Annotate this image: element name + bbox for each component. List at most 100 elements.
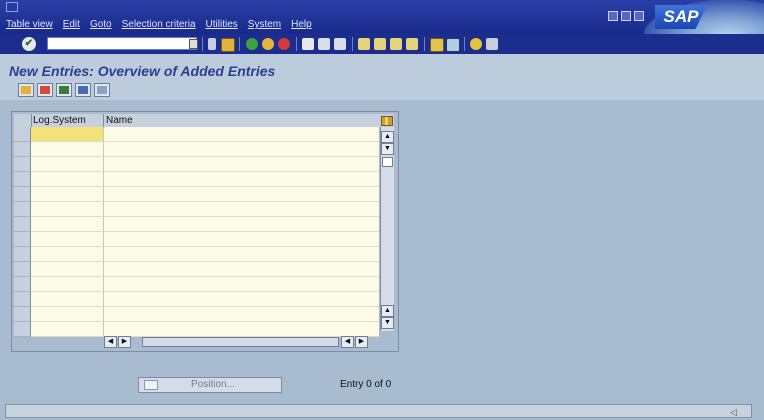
menu-help[interactable]: Help xyxy=(291,19,312,30)
toolbar-separator xyxy=(352,37,353,51)
back-arrow-icon[interactable] xyxy=(208,38,216,50)
name-cell[interactable] xyxy=(104,157,379,172)
checkmark-icon[interactable]: ✔ xyxy=(22,37,36,51)
print-icon[interactable] xyxy=(302,38,314,50)
scroll-right-icon[interactable]: ▶ xyxy=(118,336,131,348)
name-cell[interactable] xyxy=(104,172,379,187)
menu-system[interactable]: System xyxy=(248,19,281,30)
menu-selection-criteria[interactable]: Selection criteria xyxy=(122,19,196,30)
menu-edit[interactable]: Edit xyxy=(63,19,80,30)
row-selector[interactable] xyxy=(14,262,31,277)
maximize-icon[interactable] xyxy=(621,11,631,21)
shortcut-icon[interactable] xyxy=(446,38,460,52)
name-cell[interactable] xyxy=(104,322,379,337)
resize-grip-icon[interactable] xyxy=(752,404,762,418)
row-selector[interactable] xyxy=(14,142,31,157)
name-cell[interactable] xyxy=(104,127,379,142)
delete-icon xyxy=(59,86,69,94)
log-system-cell[interactable] xyxy=(31,172,104,187)
row-selector[interactable] xyxy=(14,172,31,187)
scroll-left-icon[interactable]: ◀ xyxy=(341,336,354,348)
name-cell[interactable] xyxy=(104,277,379,292)
row-selector[interactable] xyxy=(14,277,31,292)
layout-menu-icon[interactable] xyxy=(486,38,498,50)
scroll-left-icon[interactable]: ◀ xyxy=(104,336,117,348)
help-icon[interactable] xyxy=(470,38,482,50)
find-icon[interactable] xyxy=(318,38,330,50)
last-page-icon[interactable] xyxy=(406,38,418,50)
scroll-page-up-icon[interactable]: ▲ xyxy=(381,305,394,317)
system-menu-icon[interactable] xyxy=(6,2,18,12)
log-system-cell[interactable] xyxy=(31,262,104,277)
log-system-cell[interactable] xyxy=(31,277,104,292)
column-header-log-system[interactable]: Log.System xyxy=(31,114,104,127)
save-icon[interactable] xyxy=(221,38,235,52)
copy-as-button[interactable] xyxy=(37,83,53,97)
row-selector[interactable] xyxy=(14,307,31,322)
log-system-cell[interactable] xyxy=(31,232,104,247)
scroll-up-icon[interactable]: ▲ xyxy=(381,131,394,143)
minimize-icon[interactable] xyxy=(608,11,618,21)
menu-goto[interactable]: Goto xyxy=(90,19,112,30)
name-cell[interactable] xyxy=(104,217,379,232)
log-system-cell[interactable] xyxy=(31,157,104,172)
log-system-cell[interactable] xyxy=(31,247,104,262)
row-selector[interactable] xyxy=(14,157,31,172)
column-scroll-left: ◀ ▶ xyxy=(104,336,140,348)
row-selector[interactable] xyxy=(14,202,31,217)
row-selector[interactable] xyxy=(14,292,31,307)
close-icon[interactable] xyxy=(634,11,644,21)
name-cell[interactable] xyxy=(104,232,379,247)
exit-icon[interactable] xyxy=(262,38,274,50)
row-selector[interactable] xyxy=(14,247,31,262)
row-selector[interactable] xyxy=(14,127,31,142)
command-history-icon[interactable] xyxy=(189,39,198,49)
menu-utilities[interactable]: Utilities xyxy=(206,19,238,30)
row-selector[interactable] xyxy=(14,322,31,337)
first-page-icon[interactable] xyxy=(358,38,370,50)
create-session-icon[interactable] xyxy=(430,38,444,52)
log-system-cell[interactable] xyxy=(31,292,104,307)
select-all-cell[interactable] xyxy=(14,114,32,127)
row-selector[interactable] xyxy=(14,232,31,247)
log-system-cell[interactable] xyxy=(31,322,104,337)
next-page-icon[interactable] xyxy=(390,38,402,50)
row-selector[interactable] xyxy=(14,217,31,232)
name-cell[interactable] xyxy=(104,292,379,307)
vertical-scrollbar[interactable]: ▲ ▼ ▲ ▼ xyxy=(380,127,394,331)
log-system-cell[interactable] xyxy=(31,127,104,142)
status-arrow-icon[interactable]: ◁ xyxy=(730,407,737,418)
name-cell[interactable] xyxy=(104,142,379,157)
name-cell[interactable] xyxy=(104,202,379,217)
table-settings[interactable] xyxy=(378,114,394,127)
previous-page-icon[interactable] xyxy=(374,38,386,50)
scroll-right-icon[interactable]: ▶ xyxy=(355,336,368,348)
name-cell[interactable] xyxy=(104,262,379,277)
deselect-all-button[interactable] xyxy=(94,83,110,97)
scroll-page-down-icon[interactable]: ▼ xyxy=(381,317,394,329)
log-system-cell[interactable] xyxy=(31,142,104,157)
position-button[interactable]: Position... xyxy=(138,377,282,393)
find-next-icon[interactable] xyxy=(334,38,346,50)
column-header-name[interactable]: Name xyxy=(104,114,379,127)
menu-items: Table view Edit Goto Selection criteria … xyxy=(6,19,312,30)
log-system-cell[interactable] xyxy=(31,217,104,232)
cancel-icon[interactable] xyxy=(278,38,290,50)
name-cell[interactable] xyxy=(104,187,379,202)
delete-button[interactable] xyxy=(56,83,72,97)
command-field[interactable] xyxy=(47,37,197,50)
row-selector[interactable] xyxy=(14,187,31,202)
log-system-cell[interactable] xyxy=(31,307,104,322)
menu-table-view[interactable]: Table view xyxy=(6,19,53,30)
scroll-thumb[interactable] xyxy=(382,157,393,167)
display-change-button[interactable] xyxy=(18,83,34,97)
back-icon[interactable] xyxy=(246,38,258,50)
log-system-cell[interactable] xyxy=(31,202,104,217)
scroll-down-icon[interactable]: ▼ xyxy=(381,143,394,155)
name-cell[interactable] xyxy=(104,247,379,262)
name-cell[interactable] xyxy=(104,307,379,322)
log-system-cell[interactable] xyxy=(31,187,104,202)
horizontal-scrollbar[interactable] xyxy=(142,337,339,347)
select-all-button[interactable] xyxy=(75,83,91,97)
table-row xyxy=(14,292,379,307)
